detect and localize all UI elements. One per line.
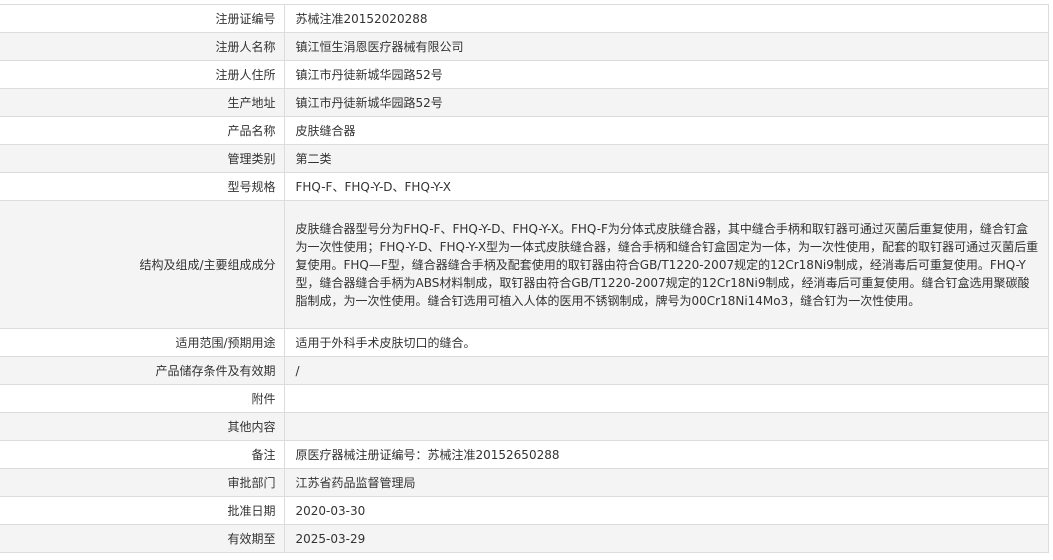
field-label-valid-until: 有效期至	[0, 524, 284, 553]
field-value-registrant-name: 镇江恒生涓恩医疗器械有限公司	[283, 32, 1049, 61]
field-value-product-name: 皮肤缝合器	[283, 116, 1049, 145]
field-value-registrant-address: 镇江市丹徒新城华园路52号	[283, 60, 1049, 89]
table-row: 产品名称 皮肤缝合器	[0, 116, 1049, 145]
field-label-production-address: 生产地址	[0, 88, 284, 117]
field-label-approval-department: 审批部门	[0, 468, 284, 497]
field-value-approval-department: 江苏省药品监督管理局	[283, 468, 1049, 497]
table-row: 其他内容	[0, 412, 1049, 441]
registration-detail-page: 注册证编号 苏械注准20152020288 注册人名称 镇江恒生涓恩医疗器械有限…	[0, 0, 1053, 560]
table-row: 生产地址 镇江市丹徒新城华园路52号	[0, 88, 1049, 117]
field-label-approval-date: 批准日期	[0, 496, 284, 525]
table-row: 有效期至 2025-03-29	[0, 524, 1049, 553]
field-value-other-content	[283, 412, 1049, 441]
field-value-storage-validity: /	[283, 356, 1049, 385]
field-label-registration-number: 注册证编号	[0, 4, 284, 33]
table-row: 注册人住所 镇江市丹徒新城华园路52号	[0, 60, 1049, 89]
table-row: 附件	[0, 384, 1049, 413]
table-row: 注册人名称 镇江恒生涓恩医疗器械有限公司	[0, 32, 1049, 61]
registration-detail-table: 注册证编号 苏械注准20152020288 注册人名称 镇江恒生涓恩医疗器械有限…	[0, 4, 1049, 553]
field-label-intended-use: 适用范围/预期用途	[0, 328, 284, 357]
field-value-management-category: 第二类	[283, 144, 1049, 173]
field-value-approval-date: 2020-03-30	[283, 496, 1049, 525]
field-value-remarks: 原医疗器械注册证编号：苏械注准20152650288	[283, 440, 1049, 469]
field-label-storage-validity: 产品储存条件及有效期	[0, 356, 284, 385]
field-value-registration-number: 苏械注准20152020288	[283, 4, 1049, 33]
field-value-attachments	[283, 384, 1049, 413]
table-row: 型号规格 FHQ-F、FHQ-Y-D、FHQ-Y-X	[0, 172, 1049, 201]
field-label-management-category: 管理类别	[0, 144, 284, 173]
field-value-structure-composition: 皮肤缝合器型号分为FHQ-F、FHQ-Y-D、FHQ-Y-X。FHQ-F为分体式…	[283, 200, 1049, 329]
table-row: 审批部门 江苏省药品监督管理局	[0, 468, 1049, 497]
table-row: 注册证编号 苏械注准20152020288	[0, 4, 1049, 33]
field-value-production-address: 镇江市丹徒新城华园路52号	[283, 88, 1049, 117]
field-label-structure-composition: 结构及组成/主要组成成分	[0, 200, 284, 329]
field-value-intended-use: 适用于外科手术皮肤切口的缝合。	[283, 328, 1049, 357]
field-label-model-spec: 型号规格	[0, 172, 284, 201]
field-label-registrant-name: 注册人名称	[0, 32, 284, 61]
table-row: 备注 原医疗器械注册证编号：苏械注准20152650288	[0, 440, 1049, 469]
field-value-valid-until: 2025-03-29	[283, 524, 1049, 553]
field-value-model-spec: FHQ-F、FHQ-Y-D、FHQ-Y-X	[283, 172, 1049, 201]
field-label-attachments: 附件	[0, 384, 284, 413]
table-row: 适用范围/预期用途 适用于外科手术皮肤切口的缝合。	[0, 328, 1049, 357]
table-row: 管理类别 第二类	[0, 144, 1049, 173]
field-label-product-name: 产品名称	[0, 116, 284, 145]
field-label-other-content: 其他内容	[0, 412, 284, 441]
table-row: 产品储存条件及有效期 /	[0, 356, 1049, 385]
field-label-registrant-address: 注册人住所	[0, 60, 284, 89]
table-row: 批准日期 2020-03-30	[0, 496, 1049, 525]
field-label-remarks: 备注	[0, 440, 284, 469]
table-row: 结构及组成/主要组成成分 皮肤缝合器型号分为FHQ-F、FHQ-Y-D、FHQ-…	[0, 200, 1049, 329]
